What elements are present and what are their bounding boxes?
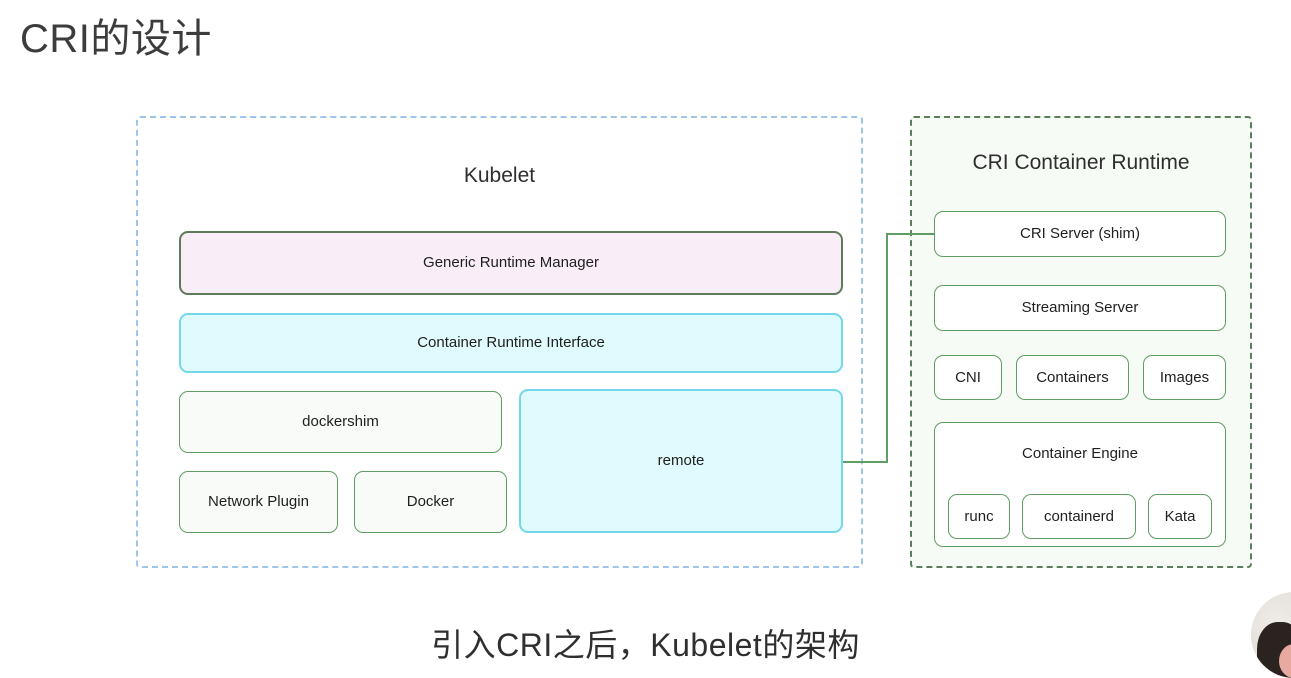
node-runc: runc <box>948 494 1010 539</box>
node-label: Generic Runtime Manager <box>423 254 599 271</box>
node-label: containerd <box>1043 507 1115 525</box>
node-label: Streaming Server <box>1021 299 1139 316</box>
node-network-plugin: Network Plugin <box>179 471 338 533</box>
node-label: Container Engine <box>1022 445 1138 462</box>
node-remote: remote <box>519 389 843 533</box>
node-label: Containers <box>1036 368 1109 386</box>
node-label: CNI <box>955 368 981 386</box>
webcam-avatar-overlay[interactable] <box>1251 592 1291 678</box>
node-label: runc <box>964 507 994 525</box>
node-label: Docker <box>406 493 455 510</box>
node-images: Images <box>1143 355 1226 400</box>
node-container-runtime-interface: Container Runtime Interface <box>179 313 843 373</box>
diagram-caption: 引入CRI之后，Kubelet的架构 <box>431 627 860 663</box>
node-cni: CNI <box>934 355 1002 400</box>
node-dockershim: dockershim <box>179 391 502 453</box>
node-streaming-server: Streaming Server <box>934 285 1226 331</box>
node-label: remote <box>657 452 705 469</box>
node-label: Container Runtime Interface <box>417 334 605 351</box>
node-cri-server: CRI Server (shim) <box>934 211 1226 257</box>
node-generic-runtime-manager: Generic Runtime Manager <box>179 231 843 295</box>
node-label: Kata <box>1164 507 1196 525</box>
architecture-diagram: Kubelet Generic Runtime Manager Containe… <box>0 0 1291 600</box>
node-kata: Kata <box>1148 494 1212 539</box>
node-label: Network Plugin <box>208 493 309 510</box>
node-docker: Docker <box>354 471 507 533</box>
kubelet-panel-title: Kubelet <box>463 164 536 187</box>
node-containers: Containers <box>1016 355 1129 400</box>
node-label: dockershim <box>302 413 379 430</box>
node-label: Images <box>1159 368 1210 386</box>
cri-panel-title: CRI Container Runtime <box>972 151 1190 174</box>
node-label: CRI Server (shim) <box>1019 225 1140 242</box>
node-containerd: containerd <box>1022 494 1136 539</box>
